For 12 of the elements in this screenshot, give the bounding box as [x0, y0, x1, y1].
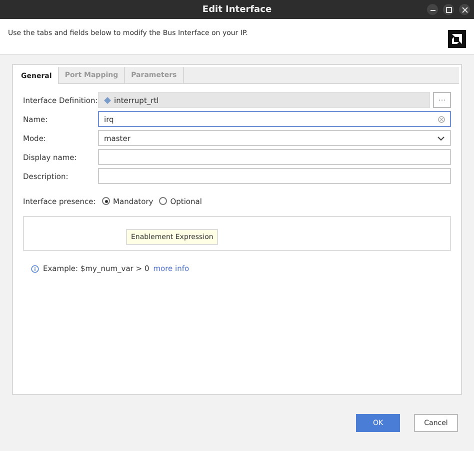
minimize-button[interactable]	[427, 4, 438, 15]
close-icon	[462, 6, 468, 12]
display-name-field[interactable]	[98, 149, 451, 165]
logo-icon	[448, 30, 466, 48]
window-title: Edit Interface	[202, 4, 272, 14]
description-field[interactable]	[98, 168, 451, 184]
maximize-icon	[446, 6, 452, 12]
maximize-button[interactable]	[443, 4, 454, 15]
info-icon	[31, 264, 39, 272]
chevron-down-icon	[437, 136, 445, 140]
close-button[interactable]	[459, 4, 470, 15]
interface-icon	[104, 96, 111, 104]
